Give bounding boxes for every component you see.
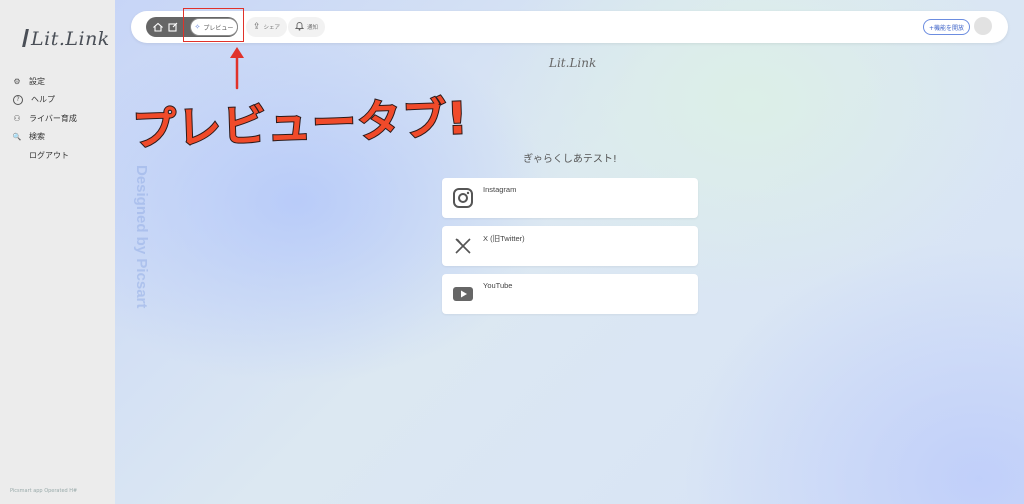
- sidebar-item-label: ヘルプ: [31, 95, 55, 105]
- link-title: YouTube: [483, 281, 513, 290]
- sidebar: Lit.Link ⚙ 設定 ? ヘルプ ⚇ ライバー育成 🔍 検索 ログアウト …: [0, 0, 115, 504]
- profile-name: ぎゃらくしあテスト!: [523, 154, 617, 165]
- sidebar-nav: ⚙ 設定 ? ヘルプ ⚇ ライバー育成 🔍 検索 ログアウト: [10, 72, 77, 165]
- watermark-text: Designed by Picsart: [133, 165, 150, 309]
- bell-icon: [294, 21, 305, 34]
- sidebar-item-label: 設定: [29, 76, 45, 86]
- link-card-instagram[interactable]: Instagram: [442, 178, 698, 218]
- top-toolbar: ✧ プレビュー ⇪ シェア 通知 +機能を開放: [131, 11, 1008, 43]
- edit-icon[interactable]: [165, 19, 181, 35]
- sidebar-logo[interactable]: Lit.Link: [22, 28, 110, 50]
- annotation-callout: プレビュータブ!: [130, 92, 470, 157]
- link-title: Instagram: [483, 185, 517, 194]
- link-card-youtube[interactable]: YouTube: [442, 274, 698, 314]
- sidebar-item-search[interactable]: 🔍 検索: [10, 128, 77, 147]
- home-icon[interactable]: [150, 19, 166, 35]
- instagram-icon: [447, 182, 479, 214]
- link-card-x[interactable]: X (旧Twitter): [442, 226, 698, 266]
- arrow-up-icon: [230, 47, 244, 90]
- profile-logo: Lit.Link: [549, 56, 597, 70]
- share-icon: ⇪: [253, 22, 261, 32]
- help-icon: ?: [13, 94, 23, 105]
- sidebar-item-label: ライバー育成: [29, 113, 77, 123]
- sidebar-item-logout[interactable]: ログアウト: [10, 146, 77, 165]
- share-button[interactable]: ⇪ シェア: [246, 17, 288, 37]
- notification-label: 通知: [307, 25, 319, 31]
- sidebar-item-label: ログアウト: [29, 150, 69, 160]
- notification-button[interactable]: 通知: [288, 17, 326, 37]
- watermark: Designed by Picsart: [132, 165, 152, 345]
- people-icon: ⚇: [13, 113, 21, 123]
- sidebar-item-label: 検索: [29, 132, 45, 142]
- gear-icon: ⚙: [13, 76, 21, 86]
- sidebar-item-liver-training[interactable]: ⚇ ライバー育成: [10, 109, 77, 128]
- unlock-features-button[interactable]: +機能を開放: [922, 19, 970, 35]
- share-label: シェア: [263, 25, 281, 31]
- x-icon: [447, 230, 479, 262]
- highlight-box: [183, 8, 244, 42]
- avatar[interactable]: [974, 17, 992, 35]
- sidebar-footer: Picsmart app Operated H#: [10, 488, 78, 494]
- sidebar-item-settings[interactable]: ⚙ 設定: [10, 72, 77, 91]
- youtube-icon: [447, 278, 479, 310]
- search-icon: 🔍: [12, 132, 22, 141]
- link-title: X (旧Twitter): [483, 234, 525, 243]
- sidebar-item-help[interactable]: ? ヘルプ: [10, 91, 77, 110]
